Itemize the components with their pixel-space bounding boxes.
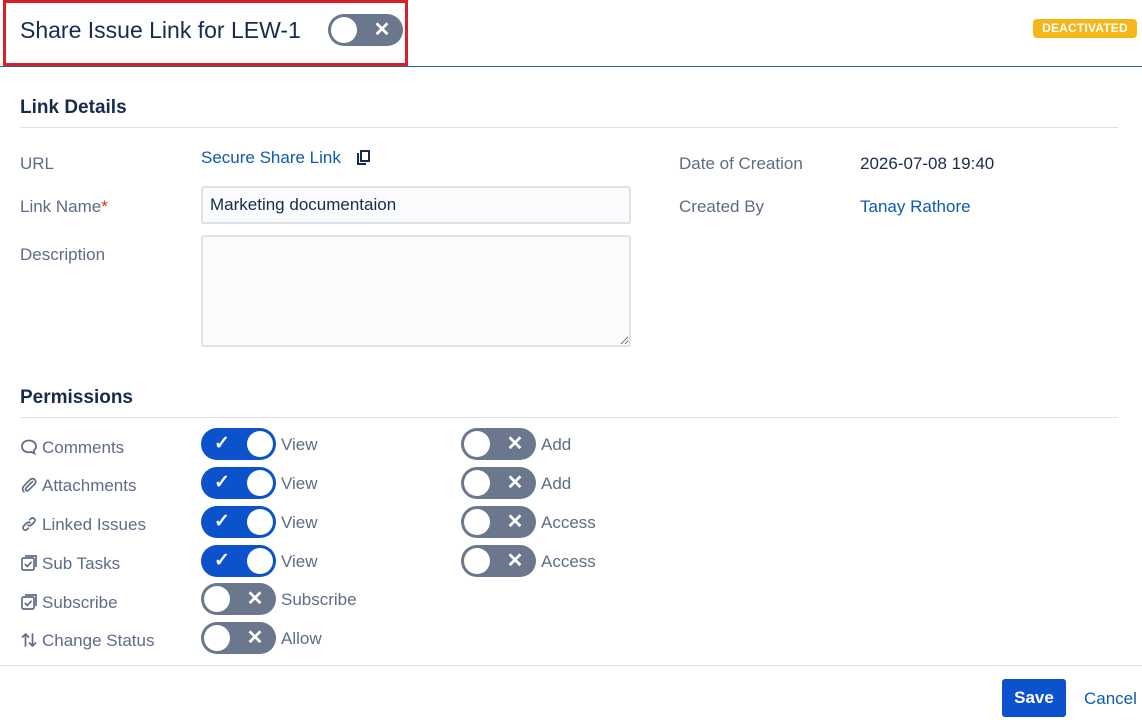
attachments-add-toggle[interactable]: ✕ [461,467,536,499]
link-name-label: Link Name* [20,196,108,218]
toggle-label: Subscribe [281,590,357,609]
link-details-divider [20,127,1118,128]
secure-share-link[interactable]: Secure Share Link [201,147,341,169]
permission-label: Attachments [42,476,137,495]
permission-row-attachments: Attachments [20,475,137,497]
permission-label: Subscribe [42,593,118,612]
close-icon: ✕ [246,627,264,649]
transition-arrows-icon [20,631,38,649]
toggle-label: Add [541,474,572,493]
link-icon [20,515,38,533]
permission-row-linked-issues: Linked Issues [20,514,146,536]
link-active-toggle[interactable]: ✕ [328,14,403,46]
comments-view-toggle[interactable]: ✓ [201,428,276,460]
save-button[interactable]: Save [1002,679,1066,717]
permissions-heading: Permissions [20,387,133,408]
change-status-toggle[interactable]: ✕ [201,622,276,654]
close-icon: ✕ [506,433,524,455]
toggle-label: Add [541,435,572,454]
footer-divider [0,665,1142,666]
permission-row-comments: Comments [20,437,124,459]
permissions-divider [20,417,1118,418]
subtask-icon [20,554,38,572]
close-icon: ✕ [373,19,391,41]
copy-icon[interactable] [352,149,372,169]
comment-icon [20,438,38,456]
created-by-user-link[interactable]: Tanay Rathore [860,196,971,218]
created-by-label: Created By [679,197,765,216]
permission-row-change-status: Change Status [20,630,154,652]
link-details-heading: Link Details [20,97,127,118]
close-icon: ✕ [506,550,524,572]
permission-row-sub-tasks: Sub Tasks [20,553,120,575]
toggle-label: View [281,435,318,454]
subscribe-icon [20,593,38,611]
permission-row-subscribe: Subscribe [20,592,118,614]
toggle-knob [247,431,273,457]
toggle-knob [464,509,490,535]
close-icon: ✕ [506,472,524,494]
check-icon: ✓ [214,472,230,493]
link-name-input[interactable] [201,186,631,224]
permission-label: Comments [42,438,125,457]
toggle-label: Access [541,513,596,532]
toggle-knob [204,625,230,651]
linked-issues-access-toggle[interactable]: ✕ [461,506,536,538]
check-icon: ✓ [214,550,230,571]
permission-label: Linked Issues [42,515,146,534]
toggle-knob [331,17,357,43]
toggle-label: Access [541,552,596,571]
description-label: Description [20,245,106,264]
header-divider [0,66,1142,67]
cancel-button[interactable]: Cancel [1084,688,1137,710]
permission-label: Change Status [42,631,155,650]
status-badge: DEACTIVATED [1033,19,1137,38]
permission-label: Sub Tasks [42,554,121,573]
page-title: Share Issue Link for LEW-1 [20,17,301,43]
toggle-knob [464,470,490,496]
toggle-label: View [281,474,318,493]
required-asterisk: * [101,197,108,216]
check-icon: ✓ [214,433,230,454]
attachments-view-toggle[interactable]: ✓ [201,467,276,499]
toggle-knob [464,431,490,457]
description-textarea[interactable] [201,235,631,347]
toggle-label: View [281,513,318,532]
comments-add-toggle[interactable]: ✕ [461,428,536,460]
close-icon: ✕ [506,511,524,533]
toggle-label: View [281,552,318,571]
toggle-knob [247,548,273,574]
sub-tasks-view-toggle[interactable]: ✓ [201,545,276,577]
url-label: URL [20,154,55,173]
toggle-knob [204,586,230,612]
toggle-knob [247,470,273,496]
sub-tasks-access-toggle[interactable]: ✕ [461,545,536,577]
date-of-creation-value: 2026-07-08 19:40 [860,154,995,173]
paperclip-icon [20,476,38,494]
check-icon: ✓ [214,511,230,532]
subscribe-toggle[interactable]: ✕ [201,583,276,615]
toggle-knob [247,509,273,535]
date-of-creation-label: Date of Creation [679,154,803,173]
close-icon: ✕ [246,588,264,610]
toggle-knob [464,548,490,574]
toggle-label: Allow [281,629,322,648]
link-name-label-text: Link Name [20,197,102,216]
linked-issues-view-toggle[interactable]: ✓ [201,506,276,538]
